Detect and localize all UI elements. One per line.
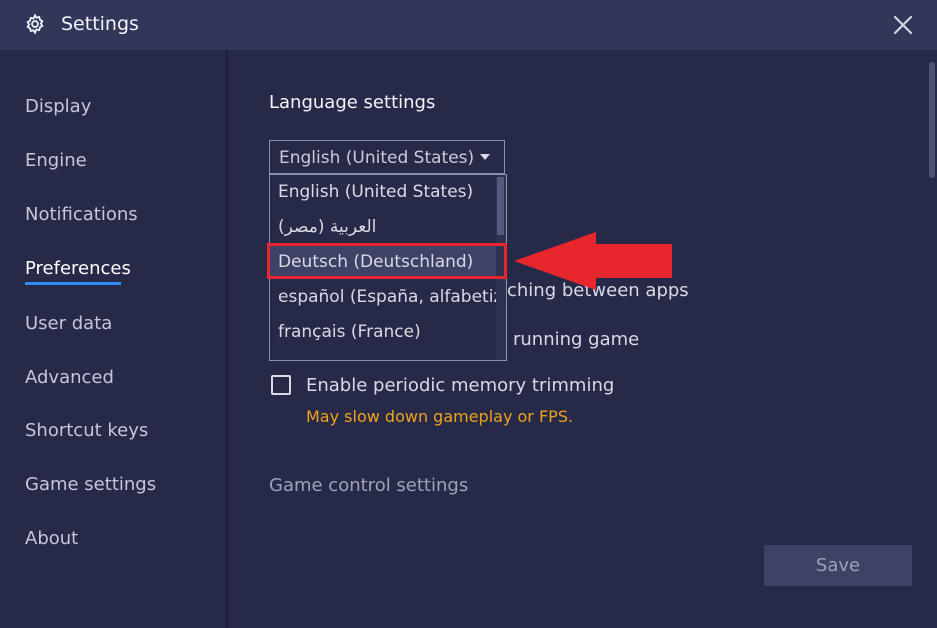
language-dropdown[interactable]: English (United States) <box>269 140 505 174</box>
setting-label-fragment: running game <box>513 329 640 350</box>
main-scrollbar-thumb[interactable] <box>929 62 935 178</box>
settings-window: Settings Display Engine Notifications Pr… <box>0 0 937 628</box>
annotation-highlight-box <box>267 243 507 279</box>
language-dropdown-value: English (United States) <box>279 148 475 168</box>
active-tab-indicator <box>25 282 121 285</box>
sidebar-item-engine[interactable]: Engine <box>25 150 87 171</box>
sidebar-item-about[interactable]: About <box>25 528 78 549</box>
save-button[interactable]: Save <box>764 545 912 586</box>
sidebar-item-user-data[interactable]: User data <box>25 313 112 334</box>
sidebar-item-advanced[interactable]: Advanced <box>25 367 114 388</box>
dropdown-scrollbar-thumb[interactable] <box>497 177 504 235</box>
arrow-left-icon <box>514 232 672 290</box>
gear-icon <box>26 13 44 35</box>
close-icon[interactable] <box>888 10 918 40</box>
sidebar-item-preferences[interactable]: Preferences <box>25 258 131 279</box>
option-label: English (United States) <box>278 182 474 202</box>
sidebar-item-notifications[interactable]: Notifications <box>25 204 138 225</box>
memory-trim-warning: May slow down gameplay or FPS. <box>306 407 574 426</box>
option-label: français (France) <box>278 322 421 342</box>
option-label: العربية (مصر) <box>278 217 377 237</box>
title-bar: Settings <box>0 0 937 50</box>
window-title: Settings <box>61 13 139 35</box>
caret-down-icon <box>480 154 490 160</box>
sidebar-item-display[interactable]: Display <box>25 96 91 117</box>
sidebar-item-shortcut-keys[interactable]: Shortcut keys <box>25 420 148 441</box>
language-option-spanish[interactable]: español (España, alfabetiza <box>270 280 496 314</box>
game-control-settings-title: Game control settings <box>269 475 469 496</box>
language-option-french[interactable]: français (France) <box>270 315 496 349</box>
memory-trim-label: Enable periodic memory trimming <box>306 375 615 396</box>
language-settings-title: Language settings <box>269 92 436 113</box>
language-option-english[interactable]: English (United States) <box>270 175 496 209</box>
memory-trim-checkbox[interactable] <box>271 375 291 395</box>
language-option-arabic[interactable]: العربية (مصر) <box>270 210 496 244</box>
option-label: español (España, alfabetiza <box>278 287 496 307</box>
sidebar-item-game-settings[interactable]: Game settings <box>25 474 156 495</box>
